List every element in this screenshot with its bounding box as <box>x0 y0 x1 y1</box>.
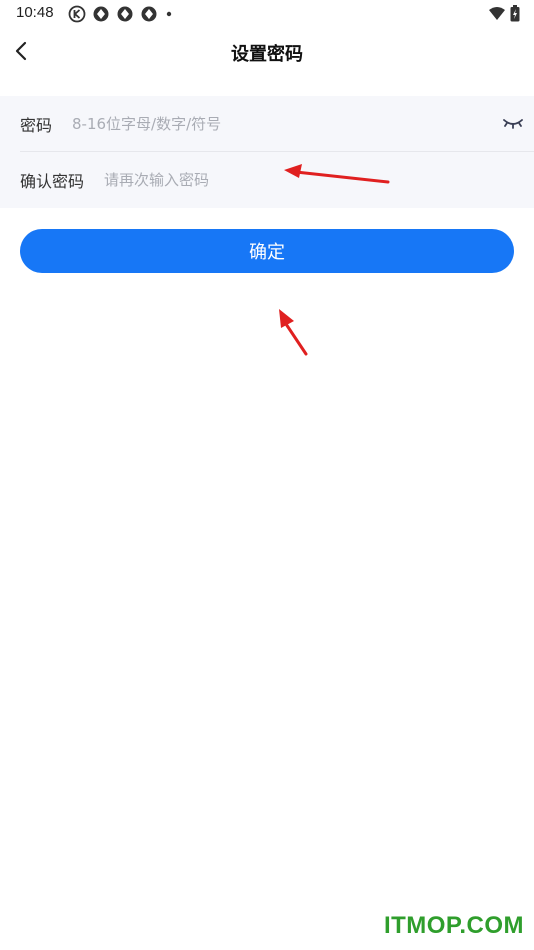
annotation-arrow-up <box>279 309 308 356</box>
confirm-password-label: 确认密码 <box>20 172 85 191</box>
password-input[interactable] <box>72 114 433 133</box>
aperture-icon <box>141 6 157 22</box>
password-row: 密码 <box>20 96 534 152</box>
password-form: 密码 确认密码 <box>0 96 534 208</box>
notification-icons <box>68 5 174 23</box>
watermark: ITMOP.COM <box>383 912 524 939</box>
system-icons <box>488 5 520 22</box>
password-label: 密码 <box>20 115 53 135</box>
eye-closed-icon[interactable] <box>502 115 524 131</box>
confirm-button[interactable]: 确定 <box>20 229 514 273</box>
aperture-icon <box>93 6 109 22</box>
page-title: 设置密码 <box>231 44 303 65</box>
k-circle-icon <box>68 5 86 23</box>
status-bar: 10:48 <box>0 0 534 28</box>
wifi-icon <box>489 6 505 20</box>
battery-charging-icon <box>510 5 520 22</box>
confirm-password-row: 确认密码 <box>20 152 534 208</box>
nav-bar: 设置密码 <box>0 28 534 76</box>
dot-icon <box>166 11 172 17</box>
aperture-icon <box>117 6 133 22</box>
status-time: 10:48 <box>16 4 54 21</box>
confirm-password-input[interactable] <box>104 171 465 189</box>
